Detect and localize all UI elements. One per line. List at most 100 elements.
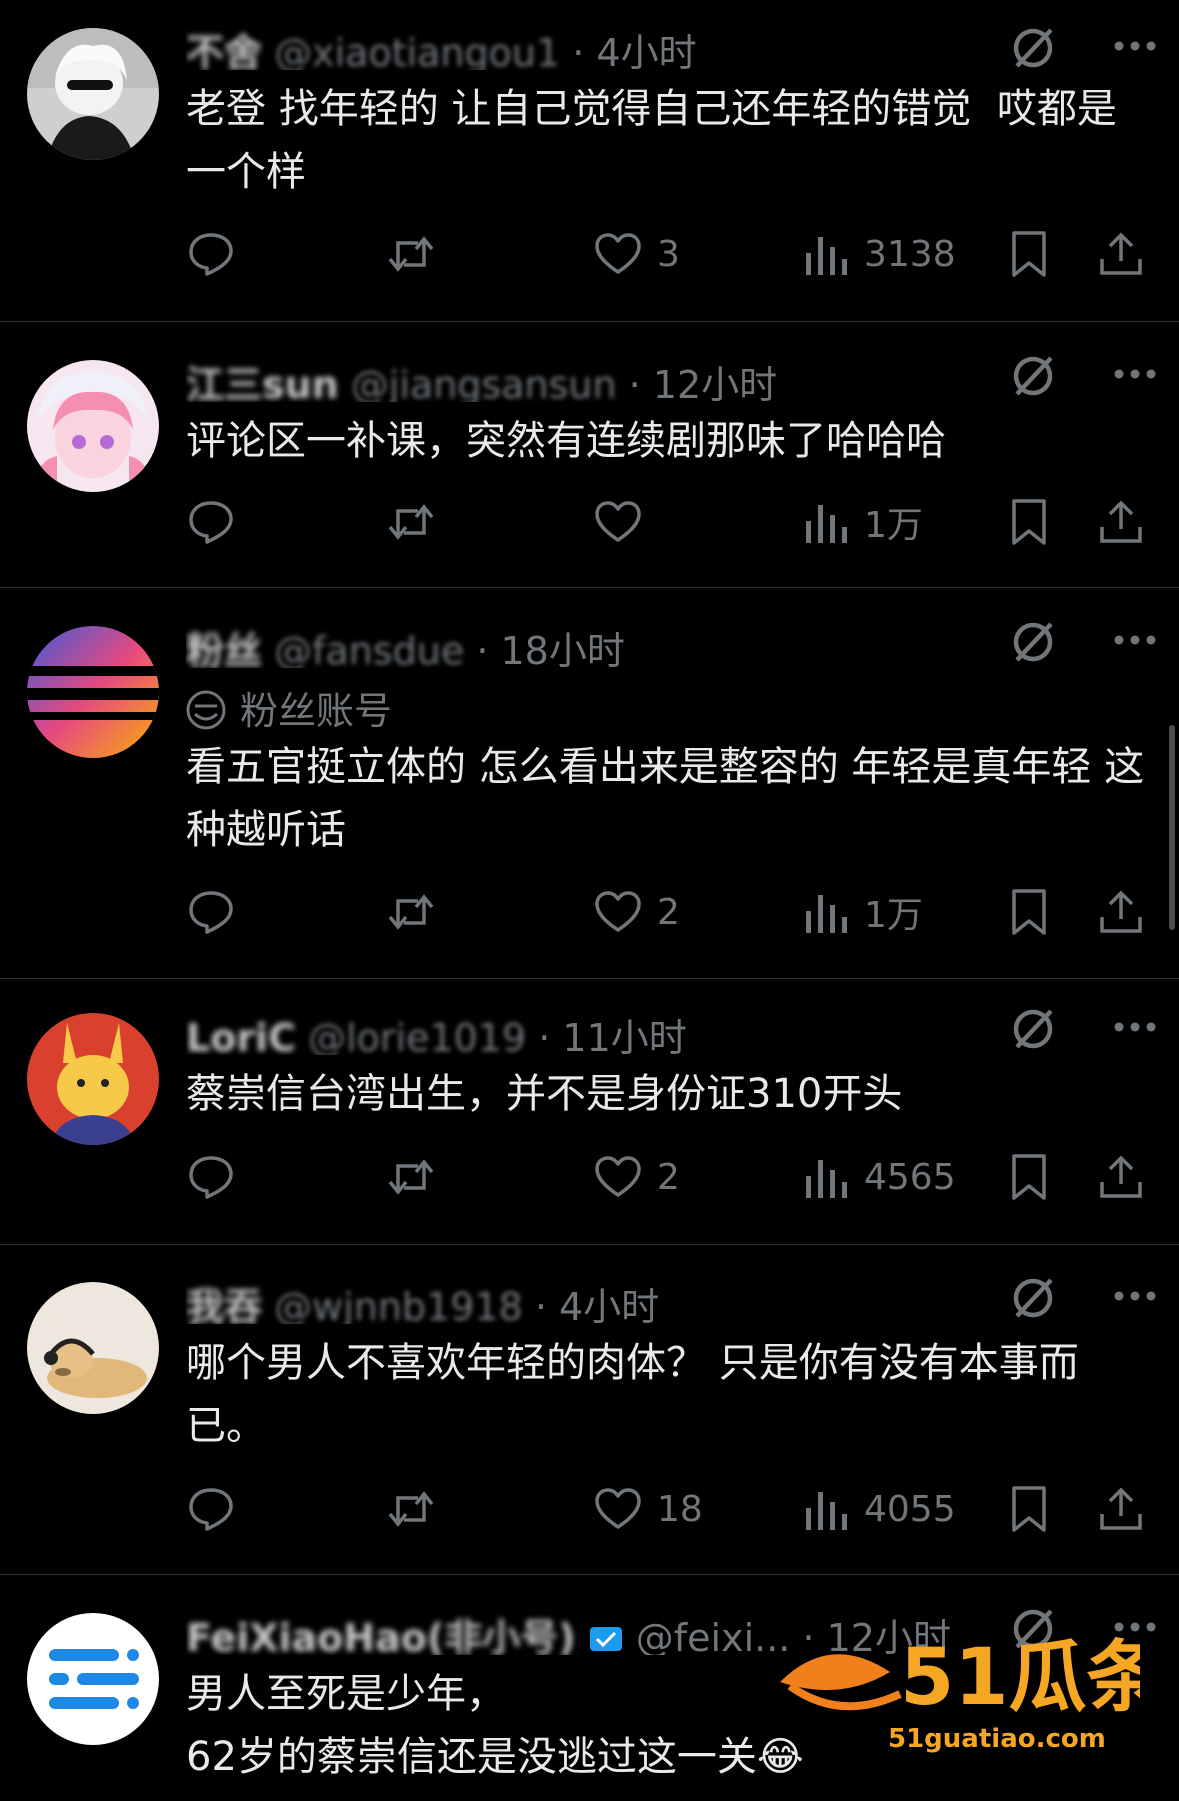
avatar[interactable] (27, 1613, 159, 1745)
share-button[interactable] (1096, 1149, 1146, 1205)
post-time[interactable]: · 12小时 (629, 363, 778, 402)
reply-button[interactable] (186, 884, 236, 940)
like-count: 2 (657, 1156, 680, 1198)
post-actions: 3 3138 (186, 226, 1157, 282)
post-meta: 不舍 @xiaotiangou1 · 4小时 (186, 22, 969, 70)
repost-button[interactable] (386, 226, 436, 282)
bookmark-button[interactable] (1004, 884, 1054, 940)
more-icon[interactable] (1113, 1017, 1157, 1037)
views-button[interactable]: 1万 (800, 884, 923, 940)
post-time[interactable]: · 4小时 (535, 1285, 659, 1324)
avatar[interactable] (27, 360, 159, 492)
like-button[interactable]: 2 (593, 884, 680, 940)
like-button[interactable] (593, 494, 657, 550)
share-icon (1100, 500, 1142, 543)
bookmark-button[interactable] (1004, 1481, 1054, 1537)
views-button[interactable]: 1万 (800, 494, 923, 550)
bookmark-button[interactable] (1004, 1149, 1054, 1205)
reply-post[interactable]: 我吞 @wjnnb1918 · 4小时 哪个男人不喜欢年轻的肉体？ 只是你有没有… (0, 1245, 1179, 1575)
more-icon[interactable] (1113, 630, 1157, 650)
avatar[interactable] (27, 1282, 159, 1414)
share-button[interactable] (1096, 884, 1146, 940)
views-icon (806, 1492, 847, 1530)
reply-post[interactable]: 不舍 @xiaotiangou1 · 4小时 老登 找年轻的 让自己觉得自己还年… (0, 0, 1179, 322)
author-name[interactable]: 粉丝 (186, 629, 262, 668)
grok-icon[interactable] (1007, 22, 1059, 74)
heart-icon (595, 1488, 641, 1529)
more-icon[interactable] (1113, 1286, 1157, 1306)
author-handle[interactable]: @jiangsansun (351, 363, 617, 402)
repost-button[interactable] (386, 1481, 436, 1537)
repost-icon (388, 236, 434, 272)
scrollbar[interactable] (1169, 725, 1175, 930)
like-count: 18 (657, 1488, 703, 1530)
post-actions: 18 4055 (186, 1481, 1157, 1537)
repost-icon (388, 894, 434, 930)
reply-button[interactable] (186, 1149, 236, 1205)
repost-icon (388, 504, 434, 540)
author-handle[interactable]: @xiaotiangou1 (274, 31, 560, 70)
bookmark-icon (1012, 231, 1046, 277)
post-time[interactable]: · 4小时 (572, 31, 696, 70)
author-name[interactable]: LoriC (186, 1016, 296, 1055)
reply-post[interactable]: 粉丝 @fansdue · 18小时 粉丝账号 看五官挺立体的 怎么看出来是整容… (0, 588, 1179, 979)
views-button[interactable]: 3138 (800, 226, 956, 282)
reply-icon (189, 1488, 233, 1531)
author-handle[interactable]: @feixi... (636, 1616, 791, 1655)
repost-icon (388, 1491, 434, 1527)
author-handle[interactable]: @fansdue (274, 629, 464, 668)
author-name[interactable]: FeiXiaoHao(非小号) (186, 1616, 576, 1655)
avatar[interactable] (27, 626, 159, 758)
grok-icon[interactable] (1007, 616, 1059, 668)
views-icon (806, 237, 847, 275)
repost-button[interactable] (386, 1149, 436, 1205)
more-icon[interactable] (1113, 364, 1157, 384)
share-button[interactable] (1096, 494, 1146, 550)
watermark-brand: 51瓜条 (900, 1633, 1140, 1723)
reply-post[interactable]: LoriC @lorie1019 · 11小时 蔡崇信台湾出生，并不是身份证31… (0, 979, 1179, 1245)
share-icon (1100, 232, 1142, 275)
repost-button[interactable] (386, 494, 436, 550)
bookmark-button[interactable] (1004, 226, 1054, 282)
grok-icon[interactable] (1007, 1003, 1059, 1055)
author-name[interactable]: 不舍 (186, 31, 262, 70)
reply-button[interactable] (186, 494, 236, 550)
share-button[interactable] (1096, 226, 1146, 282)
heart-icon (595, 233, 641, 274)
like-button[interactable]: 18 (593, 1481, 703, 1537)
author-name[interactable]: 我吞 (186, 1285, 262, 1324)
repost-icon (388, 1159, 434, 1195)
reply-button[interactable] (186, 226, 236, 282)
post-text: 蔡崇信台湾出生，并不是身份证310开头 (186, 1071, 903, 1117)
more-icon[interactable] (1113, 36, 1157, 56)
watermark-logo: 51瓜条 51guatiao.com (780, 1633, 1140, 1754)
bookmark-icon (1012, 499, 1046, 545)
repost-button[interactable] (386, 884, 436, 940)
heart-icon (595, 891, 641, 932)
fan-account-badge: 粉丝账号 (186, 680, 392, 735)
post-time[interactable]: · 18小时 (476, 629, 625, 668)
like-count: 2 (657, 891, 680, 933)
author-handle[interactable]: @wjnnb1918 (274, 1285, 523, 1324)
reply-button[interactable] (186, 1481, 236, 1537)
bookmark-icon (1012, 1154, 1046, 1200)
share-button[interactable] (1096, 1481, 1146, 1537)
post-actions: 2 1万 (186, 884, 1157, 940)
grok-icon[interactable] (1007, 1272, 1059, 1324)
post-top-icons (1007, 1003, 1157, 1055)
author-name[interactable]: 江三sun (186, 363, 339, 402)
share-icon (1100, 1487, 1142, 1530)
like-button[interactable]: 2 (593, 1149, 680, 1205)
post-time[interactable]: · 11小时 (538, 1016, 687, 1055)
grok-icon[interactable] (1007, 350, 1059, 402)
avatar[interactable] (27, 1013, 159, 1145)
reply-post[interactable]: 江三sun @jiangsansun · 12小时 评论区一补课，突然有连续剧那… (0, 322, 1179, 588)
avatar[interactable] (27, 28, 159, 160)
like-button[interactable]: 3 (593, 226, 680, 282)
post-text: 看五官挺立体的 怎么看出来是整容的 年轻是真年轻 这种越听话 (186, 744, 1145, 853)
post-meta: 我吞 @wjnnb1918 · 4小时 (186, 1276, 969, 1324)
views-button[interactable]: 4565 (800, 1149, 956, 1205)
bookmark-button[interactable] (1004, 494, 1054, 550)
views-button[interactable]: 4055 (800, 1481, 956, 1537)
author-handle[interactable]: @lorie1019 (308, 1016, 526, 1055)
